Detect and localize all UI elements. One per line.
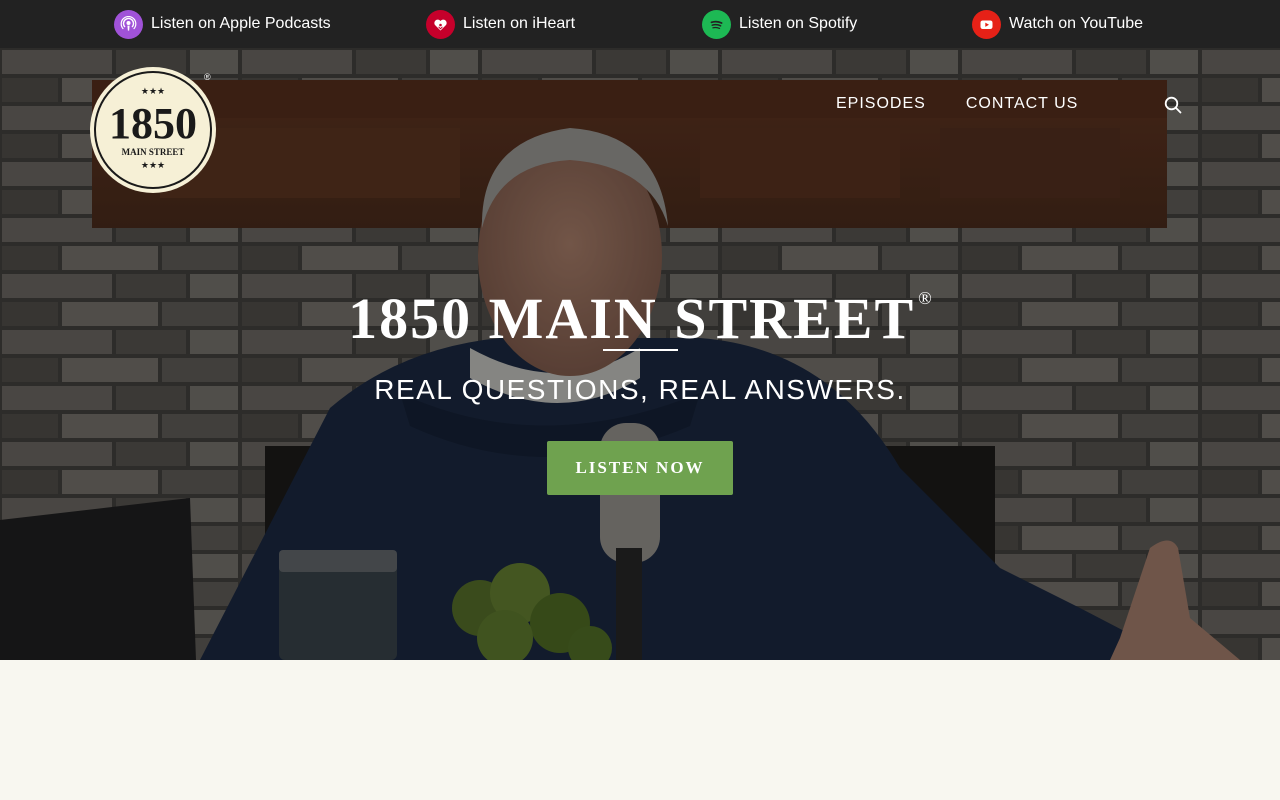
apple-podcasts-link[interactable]: Listen on Apple Podcasts <box>114 9 331 39</box>
hero-title-text: 1850 MAIN STREET <box>348 286 916 351</box>
hero-title: 1850 MAIN STREET ® <box>0 262 1280 355</box>
youtube-icon <box>972 9 1001 39</box>
youtube-label: Watch on YouTube <box>1009 15 1144 32</box>
logo-street: MAIN STREET <box>122 147 185 157</box>
youtube-link[interactable]: Watch on YouTube <box>972 9 1143 39</box>
hero-title-registered-mark: ® <box>918 288 932 308</box>
apple-podcasts-label: Listen on Apple Podcasts <box>151 15 331 32</box>
logo-number: 1850 <box>109 99 197 148</box>
hero-subtitle: REAL QUESTIONS, REAL ANSWERS. <box>374 374 906 405</box>
hero-curve-divider <box>0 648 1280 660</box>
spotify-link[interactable]: Listen on Spotify <box>702 9 857 39</box>
spotify-label: Listen on Spotify <box>739 15 858 32</box>
iheart-label: Listen on iHeart <box>463 15 576 32</box>
spotify-icon <box>702 9 731 39</box>
search-icon[interactable] <box>1163 95 1183 115</box>
iheart-link[interactable]: Listen on iHeart <box>426 9 575 39</box>
listen-now-button[interactable]: LISTEN NOW <box>547 441 733 495</box>
platform-bar: Listen on Apple Podcasts Listen on iHear… <box>0 0 1280 48</box>
site-logo[interactable]: ★★★ 1850 MAIN STREET ★★★ <box>89 66 217 194</box>
nav-contact-us[interactable]: CONTACT US <box>966 94 1079 114</box>
logo-bottom-stars: ★★★ <box>141 161 165 171</box>
main-nav: EPISODES CONTACT US <box>836 94 1118 114</box>
hero-divider-line <box>603 349 678 351</box>
logo-registered-mark: ® <box>204 72 211 82</box>
apple-podcasts-icon <box>114 9 143 39</box>
nav-episodes[interactable]: EPISODES <box>836 94 926 114</box>
logo-top-stars: ★★★ <box>141 87 165 97</box>
iheart-icon <box>426 9 455 39</box>
content-area <box>0 660 1280 800</box>
